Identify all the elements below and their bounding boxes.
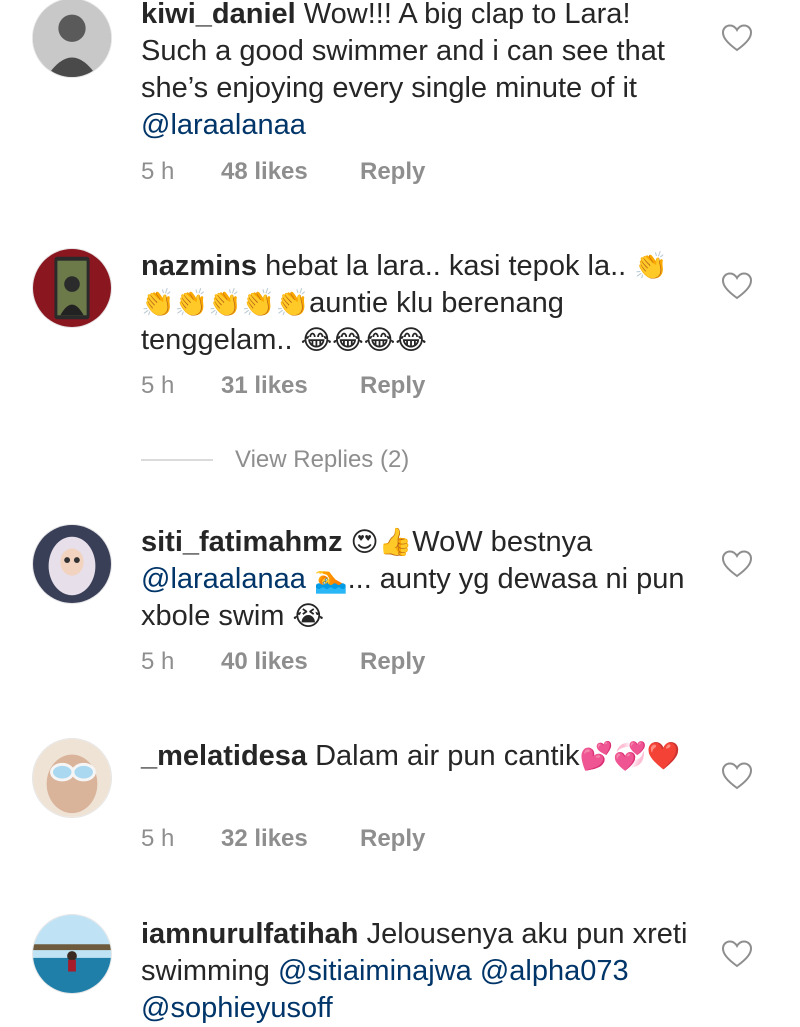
reply-button[interactable]: Reply xyxy=(360,825,425,853)
divider-line xyxy=(141,459,213,461)
username[interactable]: nazmins xyxy=(141,250,257,282)
heart-eyes-thumbs-emojis: 😍👍 xyxy=(350,527,413,558)
timestamp: 5 h xyxy=(141,158,175,185)
avatar[interactable] xyxy=(32,524,112,604)
view-replies-label: View Replies (2) xyxy=(235,446,410,473)
swimmer-emoji: 🏊 xyxy=(313,564,348,595)
avatar[interactable] xyxy=(32,248,112,328)
avatar[interactable] xyxy=(32,738,112,818)
heart-emojis: 💕💞❤️ xyxy=(579,741,681,772)
reply-button[interactable]: Reply xyxy=(360,648,425,676)
username[interactable]: _melatidesa xyxy=(141,740,307,772)
comment-text: siti_fatimahmz 😍👍WoW bestnya @laraalanaa… xyxy=(141,524,701,635)
laughing-emojis: 😂😂😂😂 xyxy=(300,325,427,356)
username[interactable]: iamnurulfatihah xyxy=(141,918,359,950)
view-replies-button[interactable]: View Replies (2) xyxy=(141,446,409,474)
mention-link[interactable]: @sophieyusoff xyxy=(141,992,333,1024)
heart-outline-icon[interactable] xyxy=(722,272,752,300)
crying-emoji: 😭 xyxy=(292,601,325,632)
avatar[interactable] xyxy=(32,0,112,78)
comment-meta: 5 h 31 likes Reply xyxy=(141,372,425,400)
timestamp: 5 h xyxy=(141,648,175,675)
comment-meta: 5 h 40 likes Reply xyxy=(141,648,425,676)
timestamp: 5 h xyxy=(141,825,175,852)
timestamp: 5 h xyxy=(141,372,175,399)
comment-text: _melatidesa Dalam air pun cantik💕💞❤️ xyxy=(141,738,701,775)
comment-text: iamnurulfatihah Jelousenya aku pun xreti… xyxy=(141,916,701,1027)
comment-body: Dalam air pun cantik xyxy=(307,740,580,772)
likes-count[interactable]: 31 likes xyxy=(221,372,360,400)
mention-link[interactable]: @laraalanaa xyxy=(141,109,306,141)
likes-count[interactable]: 32 likes xyxy=(221,825,360,853)
comment-meta: 5 h 48 likes Reply xyxy=(141,158,425,186)
mention-link[interactable]: @sitiaiminajwa xyxy=(278,955,472,987)
comment-text: nazmins hebat la lara.. kasi tepok la.. … xyxy=(141,248,701,359)
likes-count[interactable]: 40 likes xyxy=(221,648,360,676)
heart-outline-icon[interactable] xyxy=(722,24,752,52)
comment-body: hebat la lara.. kasi tepok la.. xyxy=(257,250,635,282)
heart-outline-icon[interactable] xyxy=(722,550,752,578)
reply-button[interactable]: Reply xyxy=(360,372,425,400)
comment-body: WoW bestnya xyxy=(412,526,593,558)
mention-link[interactable]: @laraalanaa xyxy=(141,563,306,595)
heart-outline-icon[interactable] xyxy=(722,940,752,968)
likes-count[interactable]: 48 likes xyxy=(221,158,360,186)
username[interactable]: kiwi_daniel xyxy=(141,0,296,30)
reply-button[interactable]: Reply xyxy=(360,158,425,186)
heart-outline-icon[interactable] xyxy=(722,762,752,790)
comment-text: kiwi_daniel Wow!!! A big clap to Lara! S… xyxy=(141,0,701,144)
username[interactable]: siti_fatimahmz xyxy=(141,526,342,558)
avatar[interactable] xyxy=(32,914,112,994)
mention-link[interactable]: @alpha073 xyxy=(480,955,629,987)
comment-meta: 5 h 32 likes Reply xyxy=(141,825,425,853)
